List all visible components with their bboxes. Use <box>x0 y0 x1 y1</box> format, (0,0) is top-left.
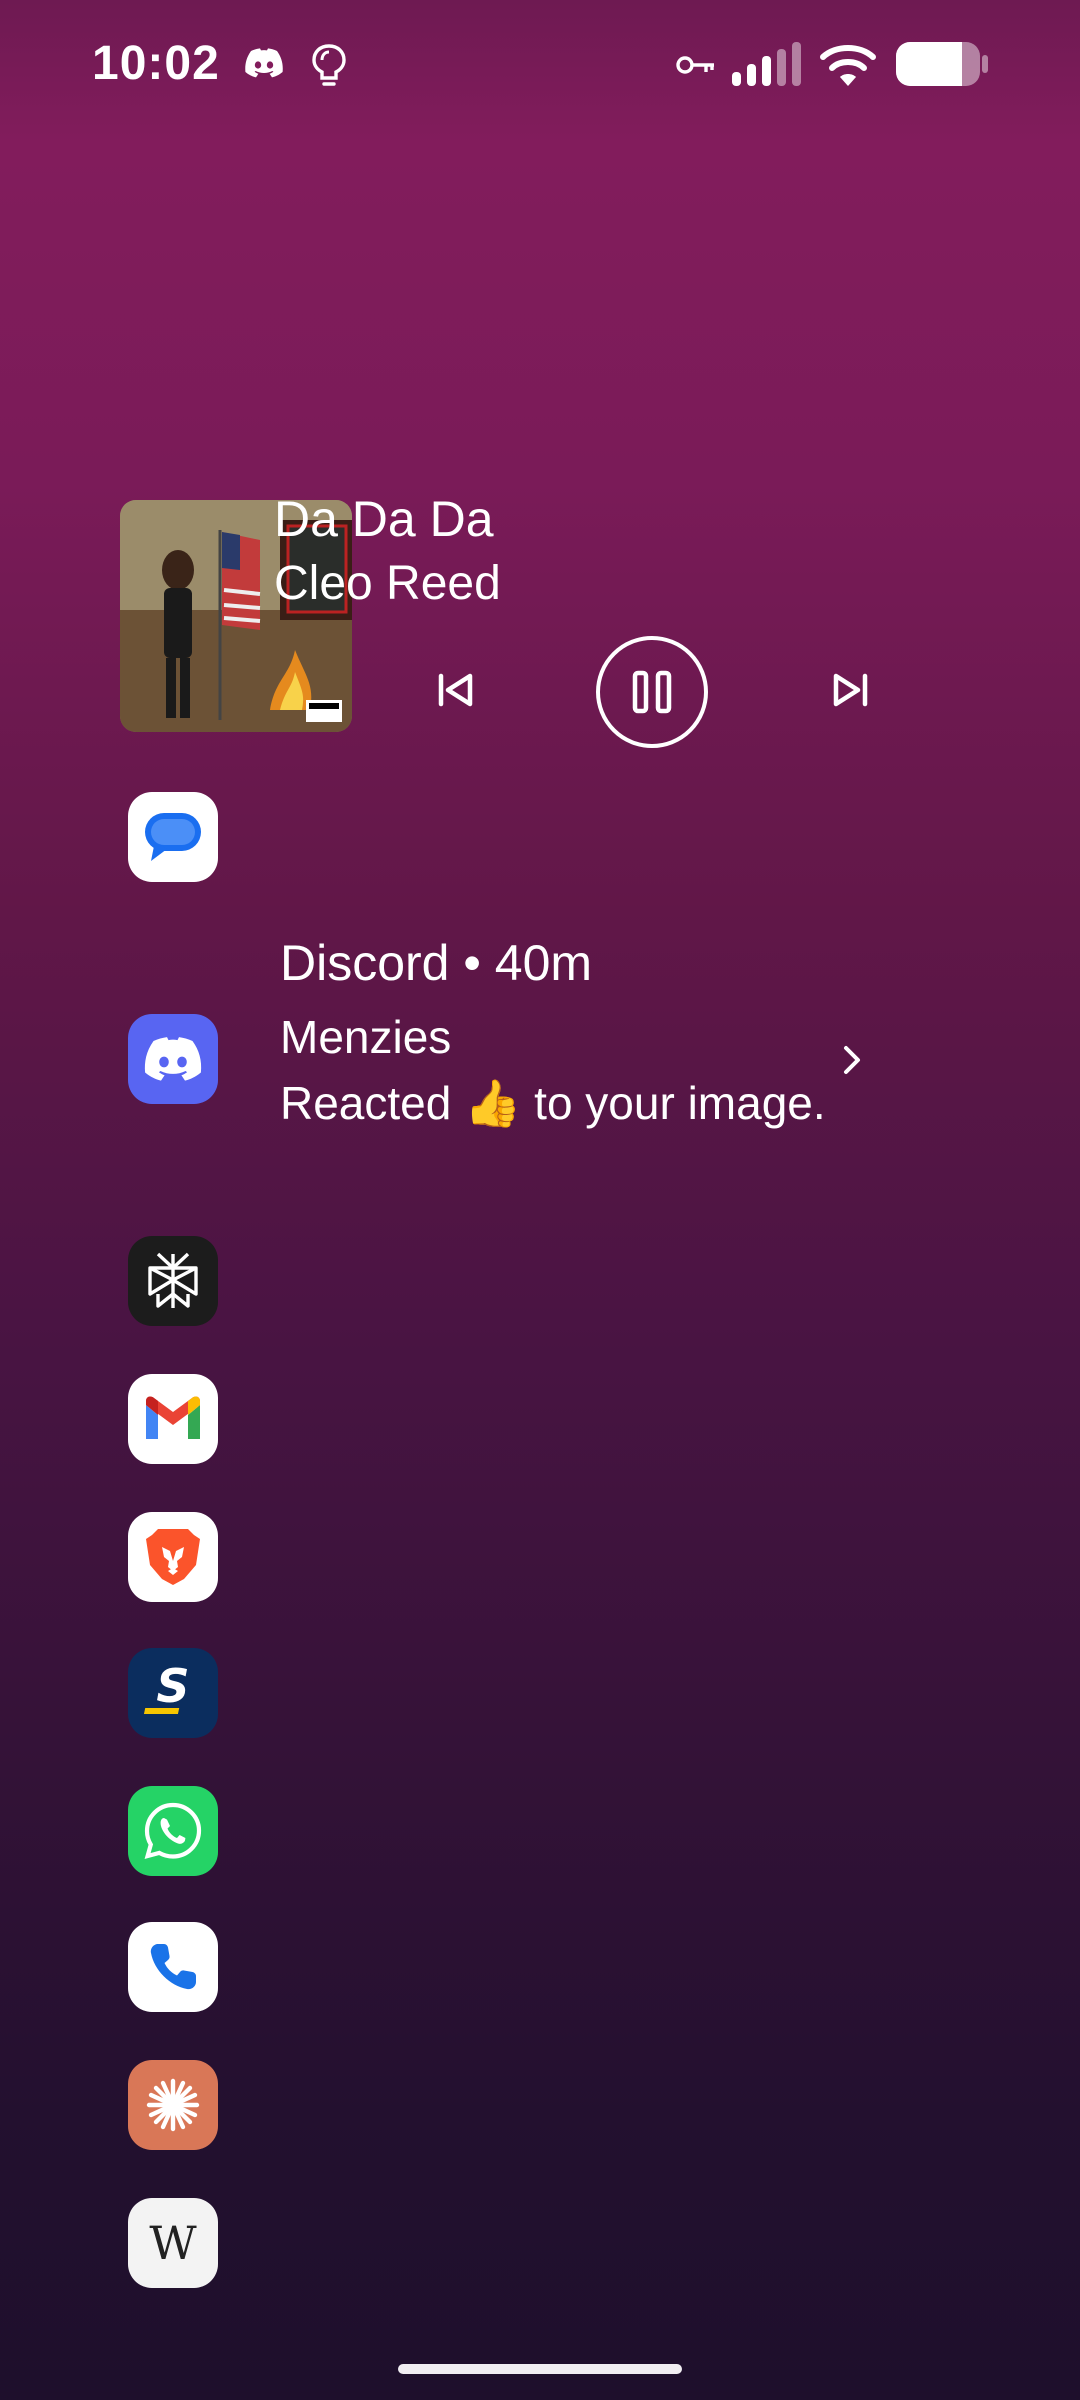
claude-icon <box>146 2078 200 2132</box>
messages-icon <box>145 813 201 861</box>
pause-icon <box>632 670 672 714</box>
notification-header[interactable]: Discord • 40m <box>280 934 592 992</box>
vpn-key-icon <box>676 54 716 81</box>
phone-icon <box>150 1944 196 1990</box>
discord-icon <box>244 48 284 83</box>
next-icon <box>833 673 868 707</box>
notification-sender[interactable]: Menzies <box>280 1010 451 1064</box>
next-track-button[interactable] <box>820 660 880 720</box>
previous-icon <box>438 673 473 707</box>
svg-text:W: W <box>149 2221 197 2265</box>
score-icon: S <box>143 1662 190 1714</box>
app-thescore[interactable]: S <box>128 1648 218 1738</box>
chevron-right-icon <box>844 1046 860 1074</box>
app-gmail[interactable] <box>128 1374 218 1464</box>
pause-button[interactable] <box>596 636 708 748</box>
battery-icon <box>896 42 988 91</box>
wifi-icon <box>818 40 878 93</box>
artist-name: Cleo Reed <box>274 557 501 610</box>
notification-message[interactable]: Reacted 👍 to your image. <box>280 1074 840 1132</box>
media-player[interactable] <box>120 500 1020 732</box>
gmail-icon <box>146 1396 200 1439</box>
status-time: 10:02 <box>92 37 220 90</box>
brave-lion-icon <box>146 1529 200 1585</box>
signal-icon <box>730 42 806 93</box>
app-claude[interactable] <box>128 2060 218 2150</box>
notification-expand-button[interactable] <box>834 1042 870 1078</box>
whatsapp-icon <box>144 1802 202 1859</box>
discord-icon <box>144 1037 202 1081</box>
song-title: Da Da Da <box>274 491 494 547</box>
wikipedia-icon: W <box>149 2221 197 2265</box>
app-perplexity[interactable] <box>128 1236 218 1326</box>
app-messages[interactable] <box>128 792 218 882</box>
hint-bulb-icon <box>308 42 350 93</box>
home-indicator[interactable] <box>398 2364 682 2374</box>
app-wikipedia[interactable]: W <box>128 2198 218 2288</box>
svg-text:S: S <box>156 1662 189 1713</box>
app-phone[interactable] <box>128 1922 218 2012</box>
app-discord[interactable] <box>128 1014 218 1104</box>
app-brave[interactable] <box>128 1512 218 1602</box>
status-bar: 10:02 <box>0 0 1080 130</box>
previous-track-button[interactable] <box>426 660 486 720</box>
app-whatsapp[interactable] <box>128 1786 218 1876</box>
perplexity-icon <box>148 1252 198 1308</box>
